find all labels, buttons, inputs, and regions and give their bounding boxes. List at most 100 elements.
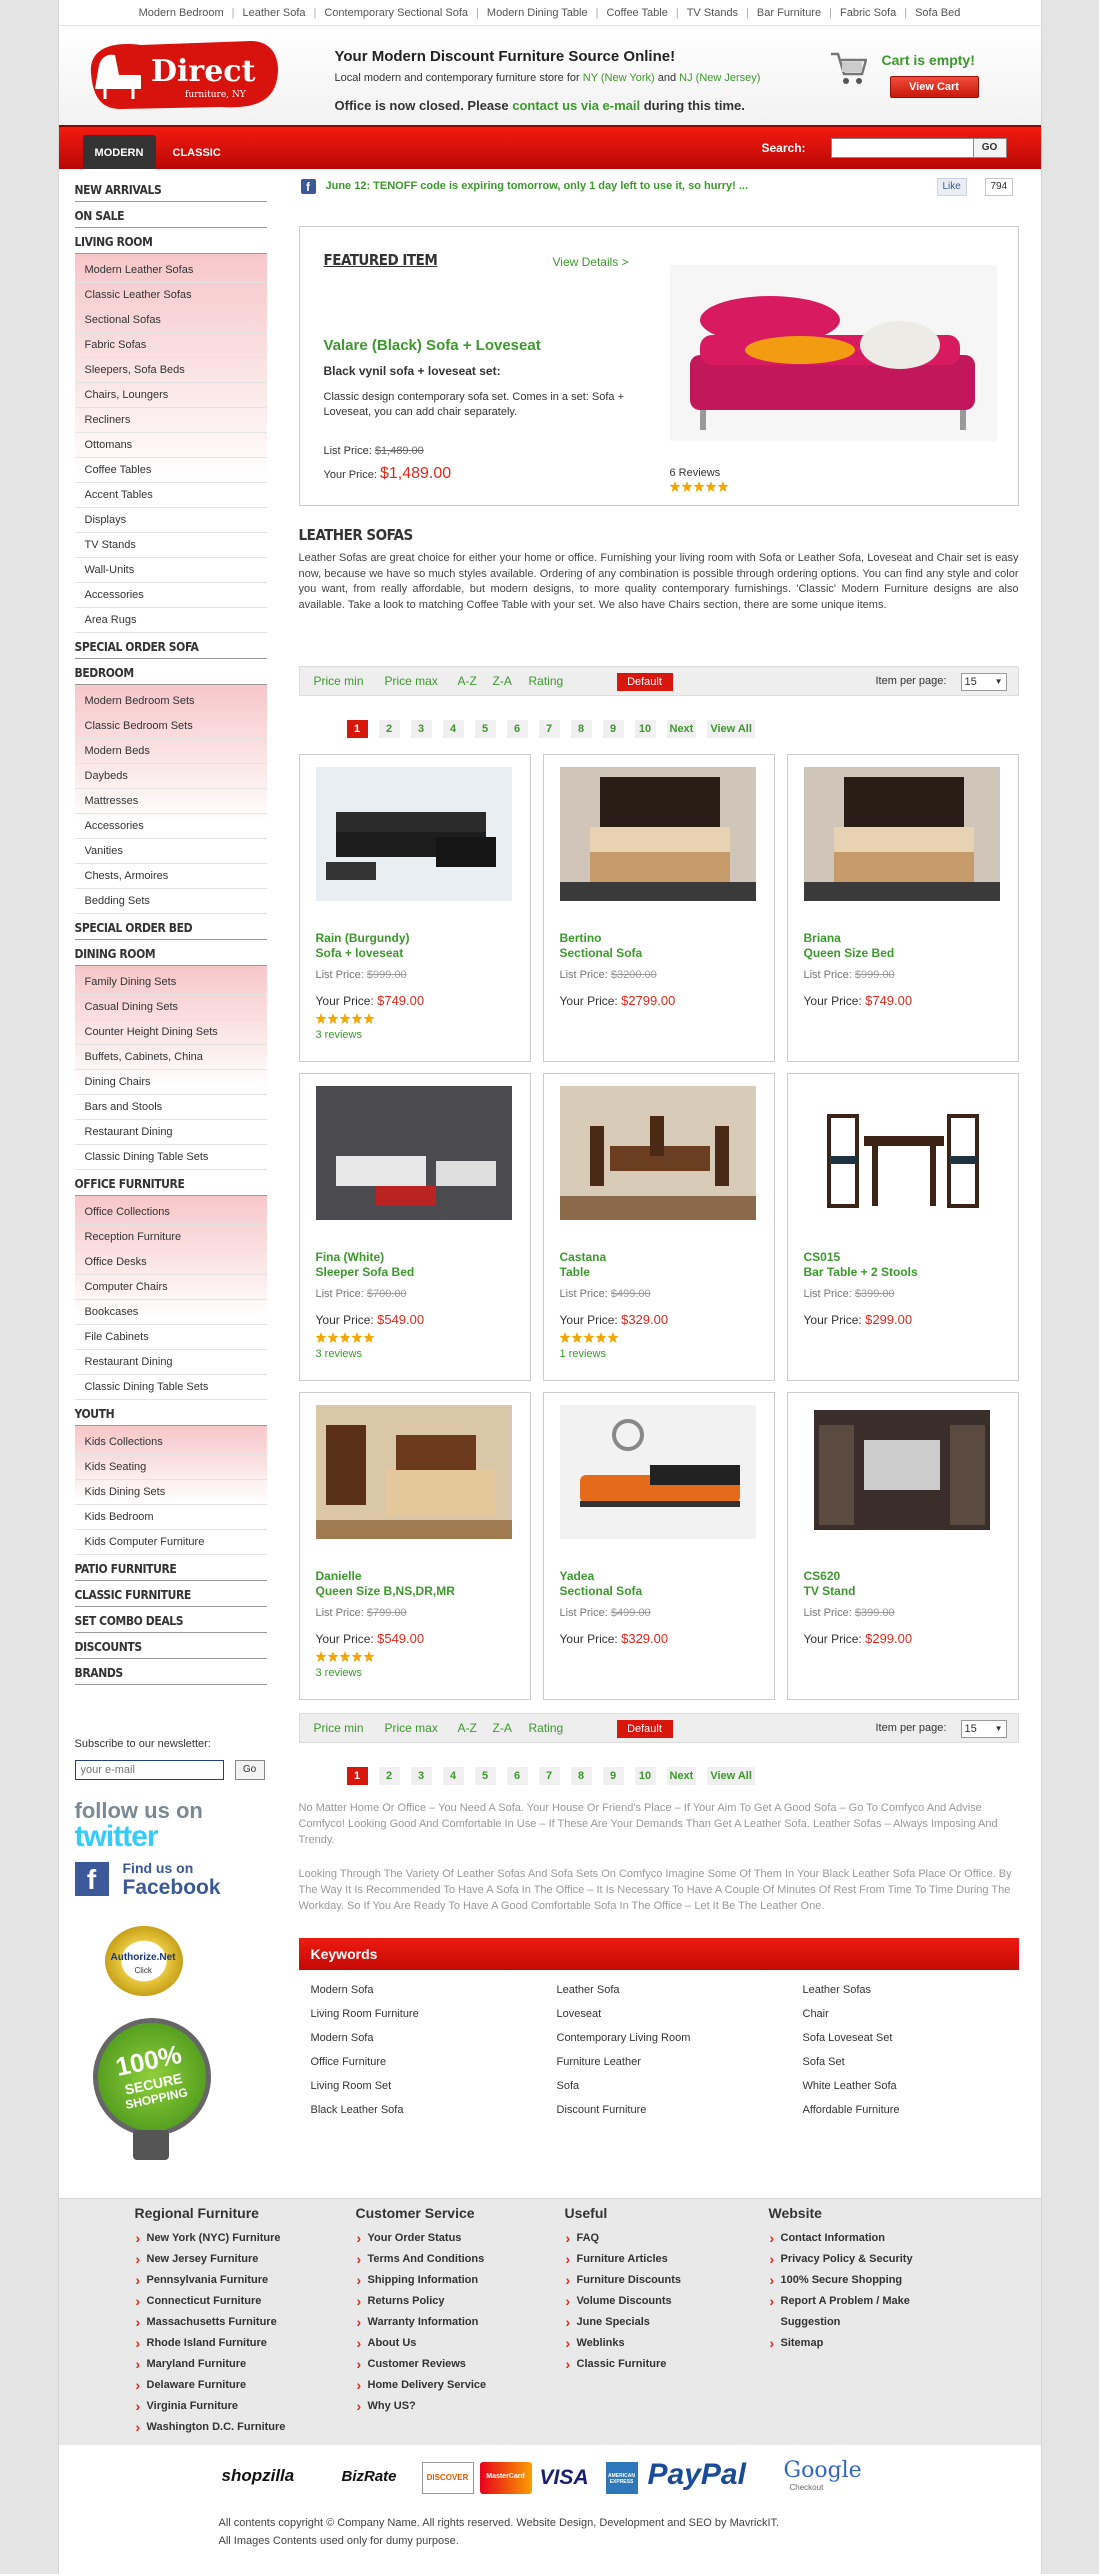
promo-text[interactable]: June 12: TENOFF code is expiring tomorro… — [326, 180, 749, 192]
authorize-net-seal[interactable]: Authorize.Net Click — [104, 1926, 183, 1996]
top-link-leather-sofa[interactable]: Leather Sofa — [243, 7, 306, 19]
product-subname[interactable]: Queen Size B,NS,DR,MR — [316, 1584, 455, 1598]
sidebar-item-modern-bedroom-sets[interactable]: Modern Bedroom Sets — [74, 689, 267, 714]
page-9-link[interactable]: 9 — [602, 720, 624, 738]
sidebar-category-on-sale[interactable]: On Sale — [74, 202, 267, 228]
sort-price-min[interactable]: Price min — [314, 674, 364, 688]
footer-link-shipping-information[interactable]: Shipping Information — [356, 2270, 556, 2291]
footer-link-massachusetts-furniture[interactable]: Massachusetts Furniture — [135, 2312, 335, 2333]
cart-icon[interactable] — [829, 48, 867, 88]
footer-link-100-secure-shopping[interactable]: 100% Secure Shopping — [769, 2270, 919, 2291]
page-2-link[interactable]: 2 — [378, 720, 400, 738]
sort-default-button[interactable]: Default — [616, 673, 673, 691]
sidebar-item-dining-chairs[interactable]: Dining Chairs — [74, 1070, 267, 1095]
page-9-link[interactable]: 9 — [602, 1767, 624, 1785]
footer-link-privacy-policy-security[interactable]: Privacy Policy & Security — [769, 2249, 919, 2270]
sidebar-item-accent-tables[interactable]: Accent Tables — [74, 483, 267, 508]
page-10-link[interactable]: 10 — [634, 720, 656, 738]
view-details-link[interactable]: View Details > — [553, 255, 629, 269]
newsletter-go-button[interactable]: Go — [234, 1760, 265, 1780]
ny-link[interactable]: NY (New York) — [583, 72, 655, 84]
sidebar-item-sleepers-sofa-beds[interactable]: Sleepers, Sofa Beds — [74, 358, 267, 383]
tab-modern[interactable]: MODERN — [82, 135, 156, 169]
page-6-link[interactable]: 6 — [506, 1767, 528, 1785]
keyword-link[interactable]: Chair — [803, 2008, 829, 2020]
sidebar-item-coffee-tables[interactable]: Coffee Tables — [74, 458, 267, 483]
featured-product-name[interactable]: Valare (Black) Sofa + Loveseat — [324, 337, 541, 354]
sidebar-item-modern-leather-sofas[interactable]: Modern Leather Sofas — [74, 258, 267, 283]
footer-link-new-york-nyc-furniture[interactable]: New York (NYC) Furniture — [135, 2228, 335, 2249]
nj-link[interactable]: NJ (New Jersey) — [679, 72, 760, 84]
sidebar-item-restaurant-dining[interactable]: Restaurant Dining — [74, 1350, 267, 1375]
sidebar-item-recliners[interactable]: Recliners — [74, 408, 267, 433]
footer-link-about-us[interactable]: About Us — [356, 2333, 556, 2354]
footer-link-terms-and-conditions[interactable]: Terms And Conditions — [356, 2249, 556, 2270]
sidebar-category-classic-furniture[interactable]: Classic Furniture — [74, 1581, 267, 1607]
footer-link-pennsylvania-furniture[interactable]: Pennsylvania Furniture — [135, 2270, 335, 2291]
sidebar-item-fabric-sofas[interactable]: Fabric Sofas — [74, 333, 267, 358]
product-subname[interactable]: Sofa + loveseat — [316, 946, 404, 960]
footer-link-june-specials[interactable]: June Specials — [565, 2312, 765, 2333]
footer-link-why-us[interactable]: Why US? — [356, 2396, 556, 2417]
sidebar-item-accessories[interactable]: Accessories — [74, 814, 267, 839]
product-name[interactable]: Fina (White) — [316, 1250, 385, 1264]
sidebar-item-office-collections[interactable]: Office Collections — [74, 1200, 267, 1225]
footer-link-contact-information[interactable]: Contact Information — [769, 2228, 919, 2249]
footer-link-connecticut-furniture[interactable]: Connecticut Furniture — [135, 2291, 335, 2312]
footer-link-classic-furniture[interactable]: Classic Furniture — [565, 2354, 765, 2375]
twitter-badge[interactable]: follow us on twitter — [75, 1800, 225, 1852]
sidebar-item-bookcases[interactable]: Bookcases — [74, 1300, 267, 1325]
keyword-link[interactable]: Living Room Set — [311, 2080, 392, 2092]
sidebar-category-special-order-bed[interactable]: Special Order Bed — [74, 914, 267, 940]
footer-link-volume-discounts[interactable]: Volume Discounts — [565, 2291, 765, 2312]
keyword-link[interactable]: White Leather Sofa — [803, 2080, 897, 2092]
product-name[interactable]: Rain (Burgundy) — [316, 931, 410, 945]
sidebar-item-kids-bedroom[interactable]: Kids Bedroom — [74, 1505, 267, 1530]
product-subname[interactable]: Sectional Sofa — [560, 946, 643, 960]
search-go-button[interactable]: GO — [972, 138, 1007, 158]
sidebar-item-bedding-sets[interactable]: Bedding Sets — [74, 889, 267, 914]
product-reviews-link[interactable]: 3 reviews — [316, 1348, 362, 1360]
footer-link-sitemap[interactable]: Sitemap — [769, 2333, 919, 2354]
contact-email-link[interactable]: contact us via e-mail — [512, 98, 640, 113]
tab-classic[interactable]: CLASSIC — [173, 135, 221, 169]
page-3-link[interactable]: 3 — [410, 1767, 432, 1785]
page-7-link[interactable]: 7 — [538, 1767, 560, 1785]
newsletter-email-input[interactable] — [74, 1760, 224, 1780]
sidebar-item-area-rugs[interactable]: Area Rugs — [74, 608, 267, 633]
sidebar-item-kids-seating[interactable]: Kids Seating — [74, 1455, 267, 1480]
top-link-coffee-table[interactable]: Coffee Table — [606, 7, 667, 19]
sidebar-category-office-furniture[interactable]: Office Furniture — [74, 1170, 267, 1196]
sidebar-item-chests-armoires[interactable]: Chests, Armoires — [74, 864, 267, 889]
product-subname[interactable]: Bar Table + 2 Stools — [804, 1265, 918, 1279]
sidebar-item-kids-dining-sets[interactable]: Kids Dining Sets — [74, 1480, 267, 1505]
product-name[interactable]: Briana — [804, 931, 841, 945]
keyword-link[interactable]: Living Room Furniture — [311, 2008, 419, 2020]
sidebar-item-office-desks[interactable]: Office Desks — [74, 1250, 267, 1275]
product-name[interactable]: Danielle — [316, 1569, 362, 1583]
sort-price-max[interactable]: Price max — [385, 674, 438, 688]
sidebar-item-modern-beds[interactable]: Modern Beds — [74, 739, 267, 764]
keyword-link[interactable]: Black Leather Sofa — [311, 2104, 404, 2116]
sidebar-item-restaurant-dining[interactable]: Restaurant Dining — [74, 1120, 267, 1145]
sidebar-item-vanities[interactable]: Vanities — [74, 839, 267, 864]
sort-rating[interactable]: Rating — [529, 674, 564, 688]
sidebar-item-bars-and-stools[interactable]: Bars and Stools — [74, 1095, 267, 1120]
sort-z-a[interactable]: Z-A — [493, 1721, 512, 1735]
sidebar-category-set-combo-deals[interactable]: Set Combo Deals — [74, 1607, 267, 1633]
product-card[interactable]: Fina (White) Sleeper Sofa Bed List Price: … — [298, 1073, 531, 1381]
keyword-link[interactable]: Loveseat — [557, 2008, 602, 2020]
sidebar-item-classic-bedroom-sets[interactable]: Classic Bedroom Sets — [74, 714, 267, 739]
sidebar-item-computer-chairs[interactable]: Computer Chairs — [74, 1275, 267, 1300]
product-reviews-link[interactable]: 3 reviews — [316, 1029, 362, 1041]
product-reviews-link[interactable]: 3 reviews — [316, 1667, 362, 1679]
footer-link-rhode-island-furniture[interactable]: Rhode Island Furniture — [135, 2333, 335, 2354]
sidebar-item-chairs-loungers[interactable]: Chairs, Loungers — [74, 383, 267, 408]
product-subname[interactable]: Queen Size Bed — [804, 946, 895, 960]
sidebar-item-wall-units[interactable]: Wall-Units — [74, 558, 267, 583]
view-all-link[interactable]: View All — [707, 1767, 755, 1785]
sidebar-item-casual-dining-sets[interactable]: Casual Dining Sets — [74, 995, 267, 1020]
footer-link-customer-reviews[interactable]: Customer Reviews — [356, 2354, 556, 2375]
page-4-link[interactable]: 4 — [442, 720, 464, 738]
product-image[interactable] — [803, 1405, 1000, 1539]
